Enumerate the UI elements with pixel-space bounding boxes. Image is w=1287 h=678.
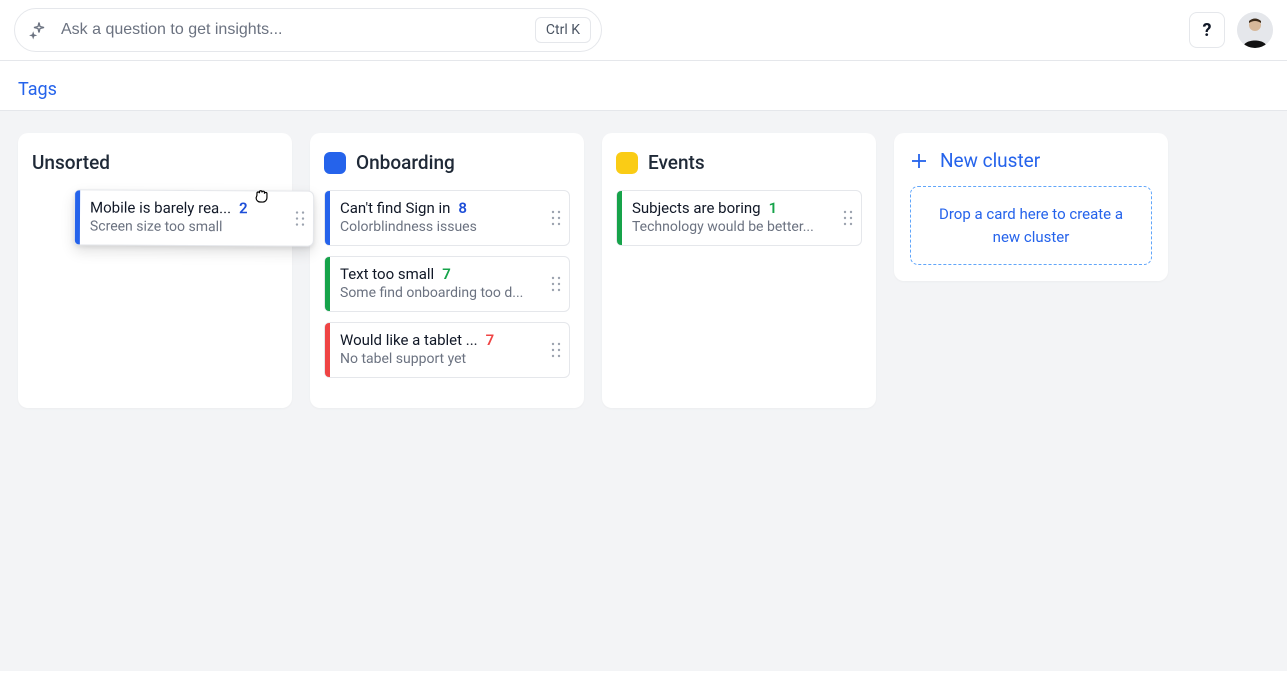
shortcut-badge: Ctrl K (535, 17, 591, 43)
card-subtitle: Technology would be better... (632, 219, 831, 235)
drag-handle-icon[interactable] (839, 191, 861, 245)
card-subtitle: Some find onboarding too d... (340, 285, 539, 301)
card[interactable]: Mobile is barely rea... 2 Screen size to… (74, 189, 314, 246)
card-title: Can't find Sign in (340, 199, 450, 217)
card-count: 2 (239, 199, 248, 217)
column-color-icon (324, 152, 346, 174)
column-title: Onboarding (356, 151, 455, 174)
card-subtitle: Screen size too small (90, 218, 283, 235)
tab-tags[interactable]: Tags (18, 79, 57, 100)
card-count: 8 (458, 199, 467, 217)
help-button[interactable]: ? (1189, 12, 1225, 48)
card-subtitle: No tabel support yet (340, 351, 539, 367)
tabs-bar: Tags (0, 61, 1287, 111)
card-count: 7 (442, 265, 451, 283)
new-cluster-label: New cluster (940, 149, 1040, 172)
card-title: Text too small (340, 265, 434, 283)
board: Unsorted Mobile is barely rea... 2 Scree… (0, 111, 1287, 671)
card-title: Would like a tablet ... (340, 331, 478, 349)
column-color-icon (616, 152, 638, 174)
new-cluster-button[interactable]: New cluster (910, 149, 1152, 172)
column-events: Events Subjects are boring 1 Technology … (602, 133, 876, 408)
drag-handle-icon[interactable] (291, 192, 313, 246)
card[interactable]: Can't find Sign in 8 Colorblindness issu… (324, 190, 570, 246)
card[interactable]: Would like a tablet ... 7 No tabel suppo… (324, 322, 570, 378)
column-title: Unsorted (32, 151, 110, 174)
column-new-cluster: New cluster Drop a card here to create a… (894, 133, 1168, 281)
search-input[interactable] (61, 21, 523, 39)
avatar[interactable] (1237, 12, 1273, 48)
app-header: Ctrl K ? (0, 0, 1287, 61)
card-title: Mobile is barely rea... (90, 198, 231, 217)
drag-handle-icon[interactable] (547, 257, 569, 311)
drop-zone[interactable]: Drop a card here to create a new cluster (910, 186, 1152, 265)
search-container[interactable]: Ctrl K (14, 8, 602, 52)
card-count: 1 (769, 199, 778, 217)
sparkle-search-icon (29, 20, 49, 40)
card-count: 7 (486, 331, 495, 349)
plus-icon (910, 152, 928, 170)
drag-handle-icon[interactable] (547, 323, 569, 377)
column-onboarding: Onboarding Can't find Sign in 8 Colorbli… (310, 133, 584, 408)
column-unsorted: Unsorted Mobile is barely rea... 2 Scree… (18, 133, 292, 408)
drag-handle-icon[interactable] (547, 191, 569, 245)
card[interactable]: Subjects are boring 1 Technology would b… (616, 190, 862, 246)
card[interactable]: Text too small 7 Some find onboarding to… (324, 256, 570, 312)
card-title: Subjects are boring (632, 199, 761, 217)
card-subtitle: Colorblindness issues (340, 219, 539, 235)
column-title: Events (648, 151, 705, 174)
